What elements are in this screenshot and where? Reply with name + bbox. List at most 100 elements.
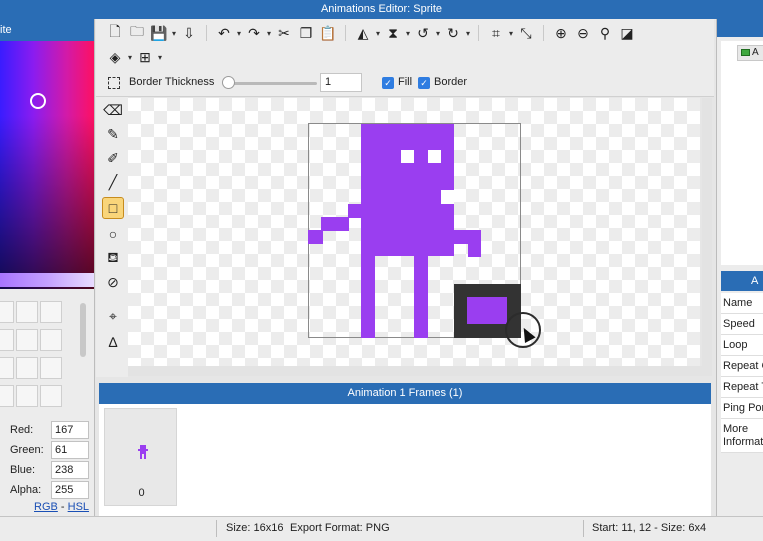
green-input[interactable]: 61	[51, 441, 89, 459]
color-swatch[interactable]	[40, 301, 62, 323]
color-swatch[interactable]	[16, 357, 38, 379]
zoom-out-icon[interactable]: ⊖	[572, 22, 594, 44]
toolbar-divider	[478, 25, 479, 41]
hsl-mode-link[interactable]: HSL	[68, 501, 89, 513]
zoom-in-icon[interactable]: ⊕	[550, 22, 572, 44]
red-input[interactable]: 167	[51, 421, 89, 439]
copy-icon[interactable]: ❐	[295, 22, 317, 44]
eyedropper-icon[interactable]: ⊘	[102, 271, 124, 293]
fill-bucket-icon[interactable]: ⛾	[102, 247, 124, 269]
frame-thumbnail[interactable]: 0	[104, 408, 177, 506]
color-hue-slider[interactable]	[0, 273, 94, 287]
color-swatch[interactable]	[16, 385, 38, 407]
window-title: Animations Editor: Sprite	[0, 0, 763, 19]
color-saturation-field[interactable]	[0, 41, 94, 289]
color-mode-links: RGB - HSL	[34, 501, 89, 513]
rectangle-icon[interactable]: □	[102, 197, 124, 219]
drawing-tools: ⌫ ✎ ✐ ╱ □ ○ ⛾ ⊘ ⌖ ∆	[96, 97, 128, 377]
save-dropdown-chevron-icon[interactable]: ▾	[170, 29, 178, 38]
move-point-icon[interactable]: ⌖	[102, 305, 124, 327]
color-swatch[interactable]	[0, 329, 14, 351]
animation-icon	[741, 49, 750, 56]
border-thickness-slider-thumb[interactable]	[222, 76, 235, 89]
export-icon[interactable]: ⇩	[178, 22, 200, 44]
redo-dropdown-chevron-icon[interactable]: ▾	[265, 29, 273, 38]
fill-checkbox[interactable]: ✓	[382, 77, 394, 89]
canvas-vertical-scrollbar[interactable]	[702, 98, 712, 366]
color-swatch[interactable]	[40, 329, 62, 351]
layers-dropdown-chevron-icon[interactable]: ▾	[126, 53, 134, 62]
prop-repeat-type-label[interactable]: Repeat T	[721, 377, 763, 398]
flip-vertical-icon[interactable]: ⧗	[382, 22, 404, 44]
prop-loop-label[interactable]: Loop	[721, 335, 763, 356]
new-file-icon[interactable]: 🗋	[104, 22, 126, 44]
color-swatch[interactable]	[0, 385, 14, 407]
paste-icon[interactable]: 📋	[317, 22, 339, 44]
sprite-left-shoulder-pixels	[348, 204, 362, 218]
layers-icon[interactable]: ◈	[104, 46, 126, 68]
prop-speed-label[interactable]: Speed	[721, 314, 763, 335]
line-icon[interactable]: ╱	[102, 171, 124, 193]
prop-ping-pong-label[interactable]: Ping Pon	[721, 398, 763, 419]
main-toolbar: 🗋 🗀 💾 ▾ ⇩ ↶ ▾ ↷ ▾ ✂ ❐ 📋 ◭ ▾ ⧗ ▾ ↺ ▾ ↻ ▾ …	[96, 19, 714, 69]
swatch-scrollbar[interactable]	[80, 303, 86, 357]
node-icon[interactable]: ∆	[102, 331, 124, 353]
animations-panel: A A Name Speed Loop Repeat C Repeat T Pi…	[716, 19, 763, 516]
grid-icon[interactable]: ⊞	[134, 46, 156, 68]
crop-dropdown-chevron-icon[interactable]: ▾	[507, 29, 515, 38]
brush-icon[interactable]: ✐	[102, 147, 124, 169]
color-picker-cursor[interactable]	[30, 93, 46, 109]
rgb-mode-link[interactable]: RGB	[34, 501, 58, 513]
rotate-right-icon[interactable]: ↻	[442, 22, 464, 44]
toolbar-divider	[206, 25, 207, 41]
zoom-reset-icon[interactable]: ⚲	[594, 22, 616, 44]
color-swatch[interactable]	[16, 301, 38, 323]
alpha-input[interactable]: 255	[51, 481, 89, 499]
status-size: Size: 16x16	[226, 522, 284, 534]
actual-size-icon[interactable]: ◪	[616, 22, 638, 44]
save-icon[interactable]: 💾	[148, 22, 170, 44]
crop-icon[interactable]: ⌗	[485, 22, 507, 44]
pencil-icon[interactable]: ✎	[102, 123, 124, 145]
animation-tree-item[interactable]: A	[737, 45, 763, 61]
flip-h-dropdown-chevron-icon[interactable]: ▾	[374, 29, 382, 38]
sprite-right-elbow-pixels	[442, 217, 454, 231]
sprite-mouth-notch-pixels	[441, 190, 454, 204]
eraser-icon[interactable]: ⌫	[102, 99, 124, 121]
redo-icon[interactable]: ↷	[243, 22, 265, 44]
prop-repeat-count-label[interactable]: Repeat C	[721, 356, 763, 377]
prop-more-info-label[interactable]: More Informat	[721, 419, 763, 453]
color-swatch[interactable]	[40, 385, 62, 407]
border-thickness-input[interactable]: 1	[320, 73, 362, 92]
cut-icon[interactable]: ✂	[273, 22, 295, 44]
border-checkbox[interactable]: ✓	[418, 77, 430, 89]
color-swatch[interactable]	[0, 301, 14, 323]
undo-icon[interactable]: ↶	[213, 22, 235, 44]
border-thickness-slider[interactable]	[227, 82, 317, 85]
rotate-left-icon[interactable]: ↺	[412, 22, 434, 44]
grid-dropdown-chevron-icon[interactable]: ▾	[156, 53, 164, 62]
status-export-format: Export Format: PNG	[290, 522, 390, 534]
rectangle-fill-pixels	[467, 297, 507, 324]
animations-tree: A	[721, 41, 763, 265]
rotate-right-dropdown-chevron-icon[interactable]: ▾	[464, 29, 472, 38]
resize-icon[interactable]: ⤡	[515, 22, 537, 44]
prop-name-label[interactable]: Name	[721, 293, 763, 314]
selection-marquee-icon	[108, 77, 120, 89]
animation-tree-item-label: A	[752, 47, 759, 58]
flip-v-dropdown-chevron-icon[interactable]: ▾	[404, 29, 412, 38]
status-divider	[216, 520, 217, 537]
ellipse-icon[interactable]: ○	[102, 223, 124, 245]
open-folder-icon[interactable]: 🗀	[126, 22, 148, 44]
status-selection: Start: 11, 12 - Size: 6x4	[592, 522, 707, 534]
rotate-left-dropdown-chevron-icon[interactable]: ▾	[434, 29, 442, 38]
toolbar-divider	[345, 25, 346, 41]
color-swatch[interactable]	[40, 357, 62, 379]
undo-dropdown-chevron-icon[interactable]: ▾	[235, 29, 243, 38]
color-swatch[interactable]	[0, 357, 14, 379]
color-swatch[interactable]	[16, 329, 38, 351]
blue-input[interactable]: 238	[51, 461, 89, 479]
canvas-horizontal-scrollbar[interactable]	[128, 366, 712, 376]
red-label: Red:	[10, 424, 34, 436]
flip-horizontal-icon[interactable]: ◭	[352, 22, 374, 44]
